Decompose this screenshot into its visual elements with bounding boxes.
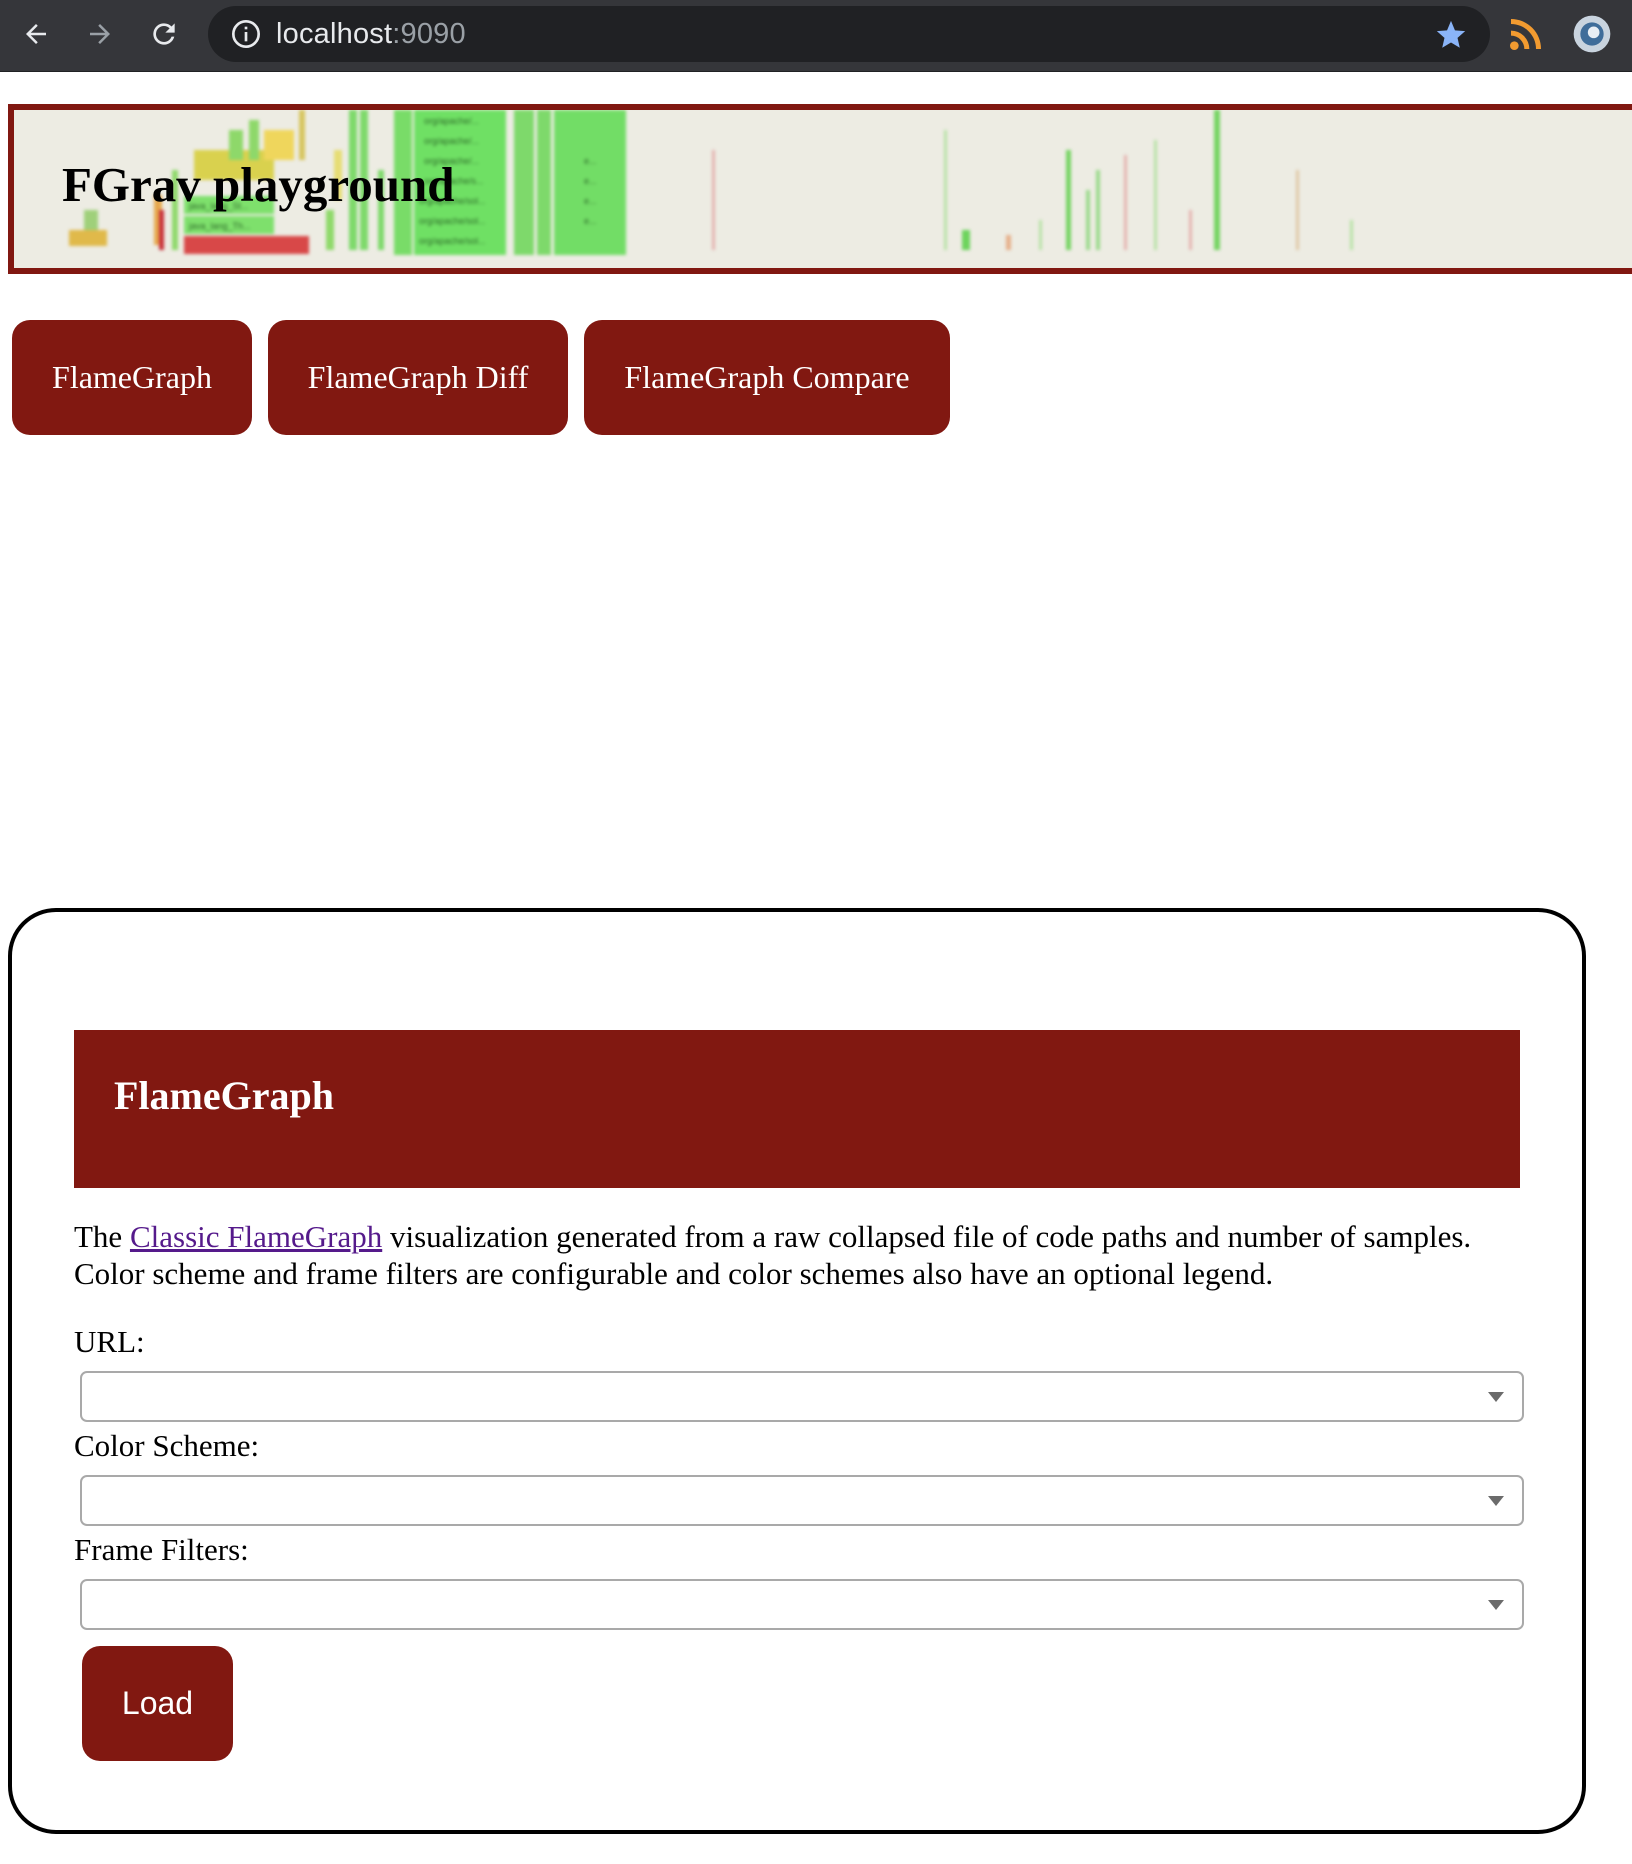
banner-frame-label: e...	[584, 196, 597, 206]
url-port: :9090	[392, 18, 466, 50]
banner-frame-label: org/apache/sol...	[419, 216, 486, 226]
chevron-down-icon	[1488, 1392, 1504, 1402]
url-select[interactable]	[80, 1371, 1524, 1422]
chevron-down-icon	[1488, 1496, 1504, 1506]
address-url[interactable]: localhost:9090	[276, 18, 466, 50]
card-description: The Classic FlameGraph visualization gen…	[74, 1218, 1554, 1292]
banner-frame-label: org/apache/sol...	[419, 236, 486, 246]
url-label: URL:	[74, 1324, 145, 1359]
bookmark-star-icon[interactable]	[1434, 18, 1468, 52]
frame-filters-select[interactable]	[80, 1579, 1524, 1630]
page-title: FGrav playground	[62, 157, 455, 212]
frame-filters-label: Frame Filters:	[74, 1532, 249, 1567]
address-bar[interactable]: localhost:9090	[208, 6, 1490, 62]
browser-toolbar: localhost:9090	[0, 0, 1632, 72]
forward-arrow-icon	[90, 24, 110, 44]
desc-line2: Color scheme and frame filters are confi…	[74, 1256, 1274, 1291]
banner-frame-label: e...	[584, 156, 597, 166]
flamegraph-card: FlameGraph The Classic FlameGraph visual…	[8, 908, 1586, 1834]
color-scheme-label: Color Scheme:	[74, 1428, 260, 1463]
banner-frame-label: e...	[584, 176, 597, 186]
reload-button[interactable]	[140, 10, 188, 58]
reload-icon	[153, 23, 175, 45]
chevron-down-icon	[1488, 1600, 1504, 1610]
url-host: localhost	[276, 18, 393, 50]
color-scheme-select[interactable]	[80, 1475, 1524, 1526]
forward-button[interactable]	[76, 10, 124, 58]
nav-flamegraph-diff-button[interactable]: FlameGraph Diff	[268, 320, 568, 435]
info-icon[interactable]	[230, 18, 262, 50]
banner-frame-label: org/apache/...	[424, 116, 479, 126]
load-button[interactable]: Load	[82, 1646, 233, 1761]
card-header: FlameGraph	[74, 1030, 1520, 1188]
banner-frame-label: org/apache/...	[424, 136, 479, 146]
header-banner: org/apache/... org/apache/... org/apache…	[8, 104, 1632, 274]
card-title: FlameGraph	[114, 1073, 334, 1118]
banner-frame-label: java_lang_Th...	[188, 221, 251, 231]
back-button[interactable]	[12, 10, 60, 58]
classic-flamegraph-link[interactable]: Classic FlameGraph	[130, 1219, 382, 1254]
banner-frame-label: e...	[584, 216, 597, 226]
profile-extension-icon[interactable]	[1572, 14, 1612, 54]
back-arrow-icon	[26, 24, 46, 44]
rss-extension-icon[interactable]	[1506, 14, 1546, 54]
nav-flamegraph-compare-button[interactable]: FlameGraph Compare	[584, 320, 950, 435]
nav-flamegraph-button[interactable]: FlameGraph	[12, 320, 252, 435]
desc-line1: visualization generated from a raw colla…	[382, 1219, 1472, 1254]
desc-prefix: The	[74, 1219, 130, 1254]
